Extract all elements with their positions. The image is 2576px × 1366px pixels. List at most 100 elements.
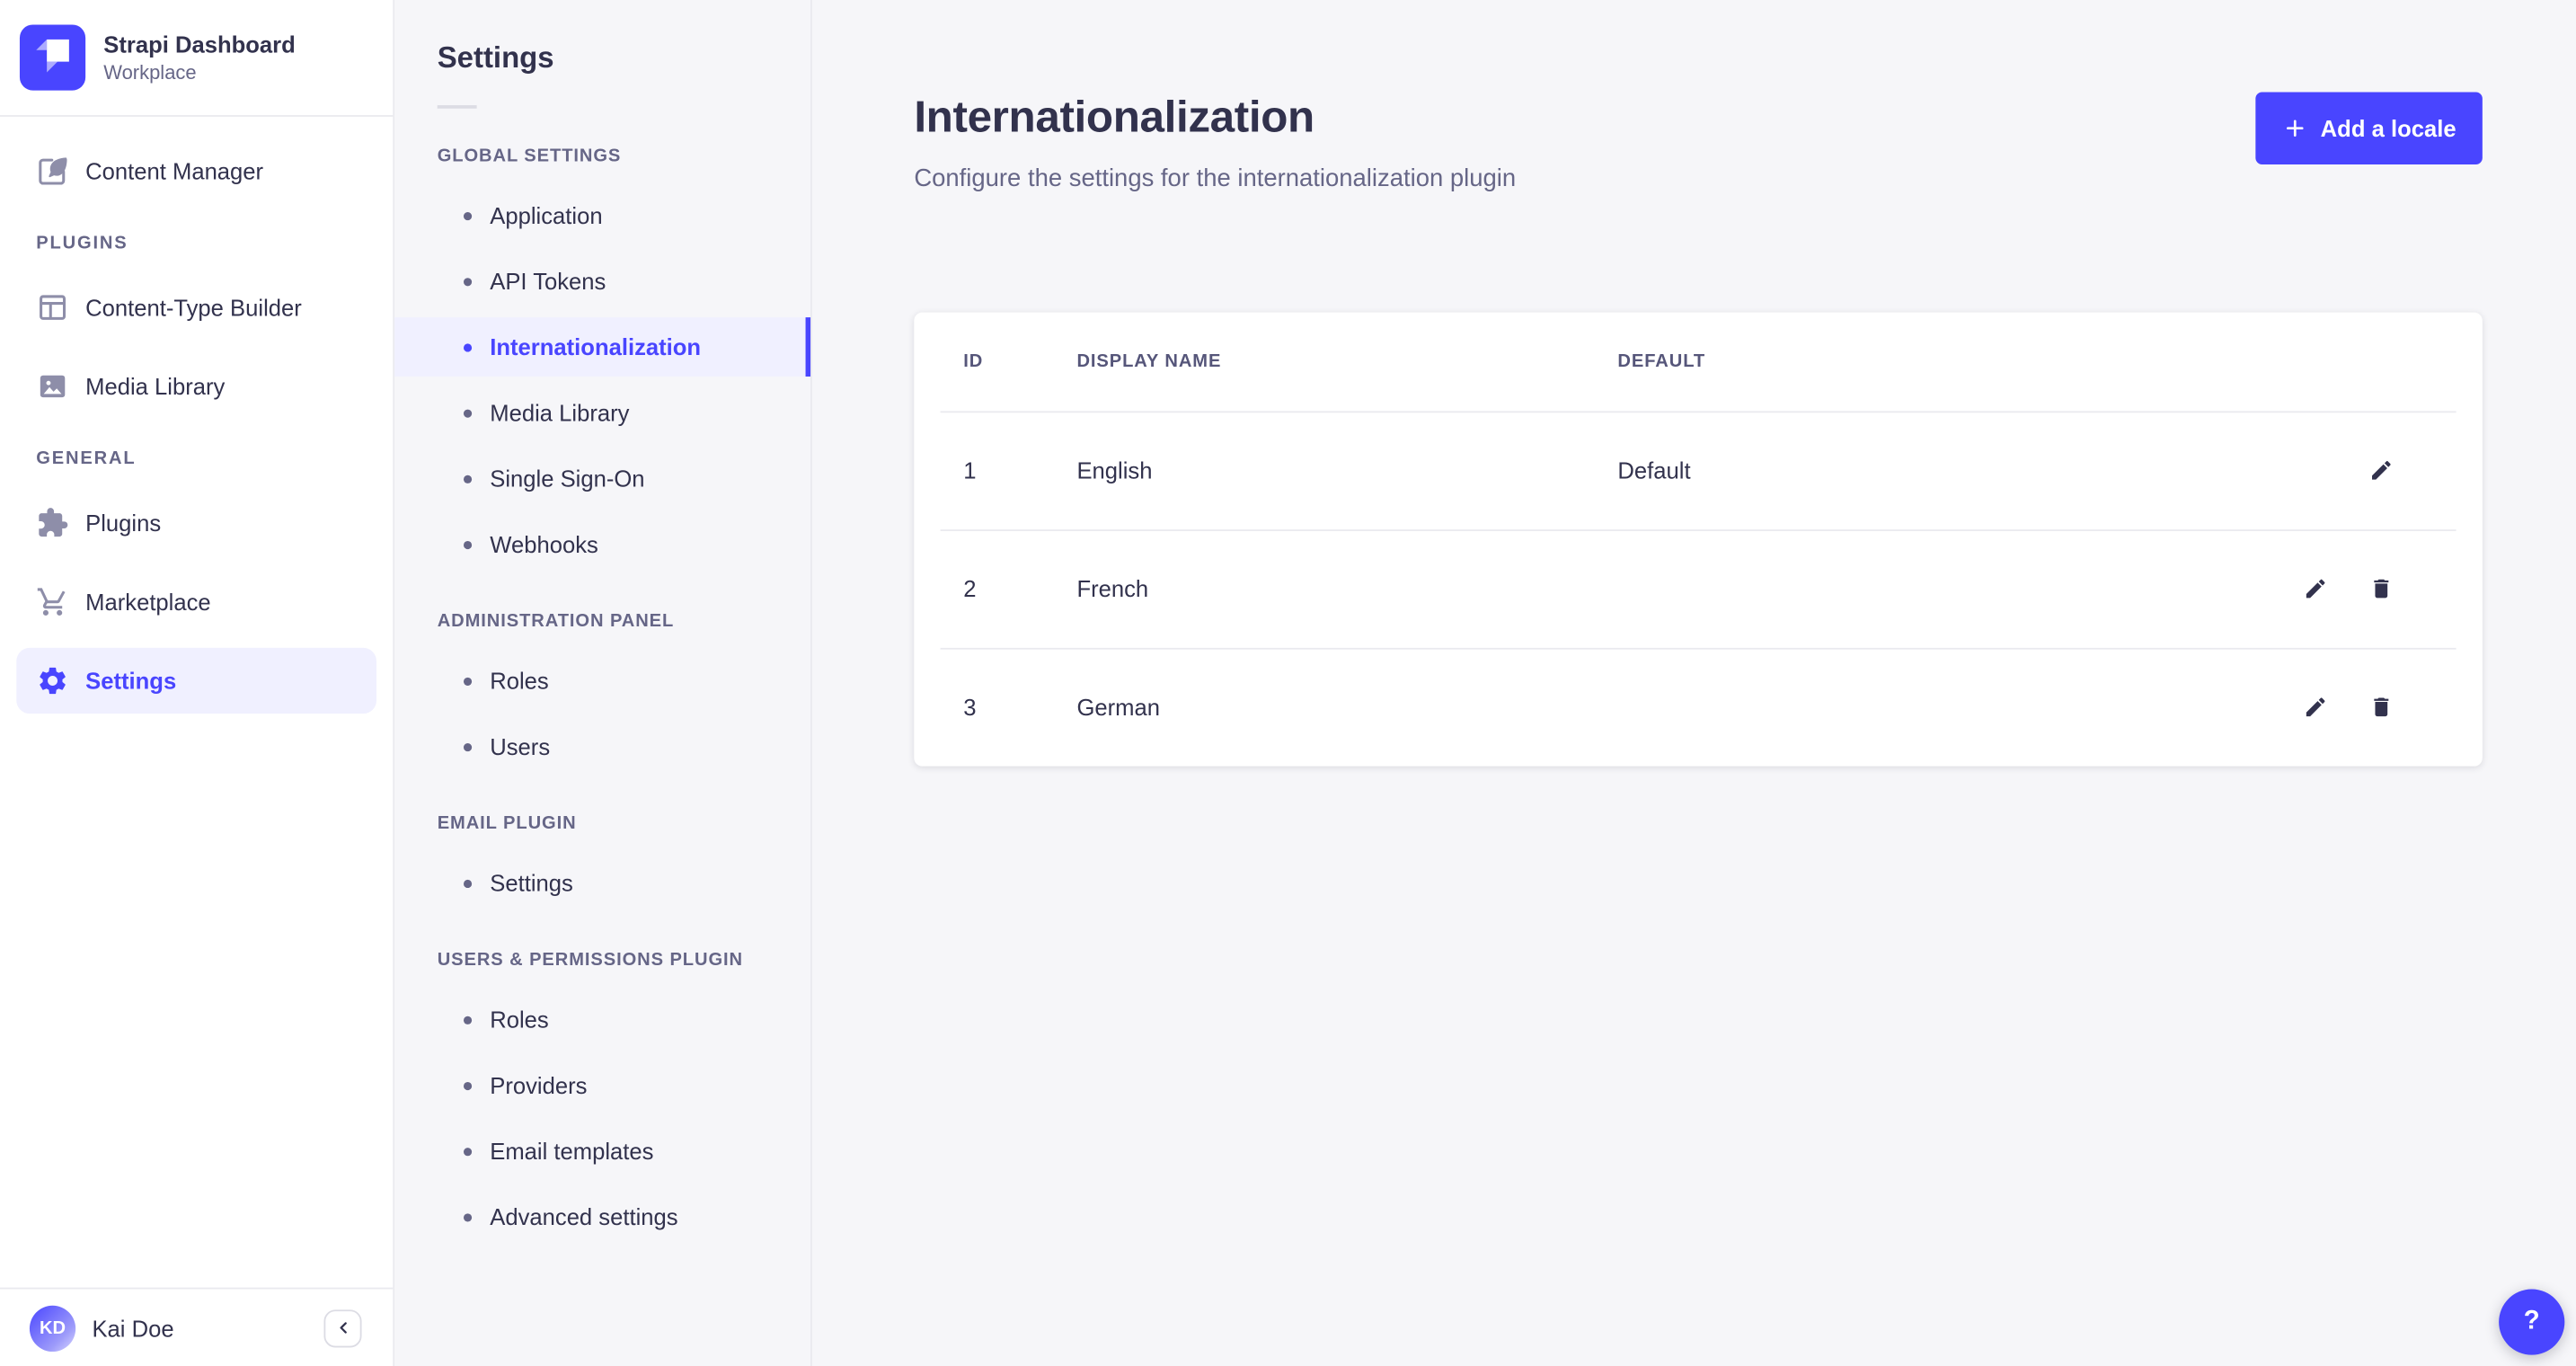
subnav-item-up-roles[interactable]: Roles xyxy=(394,989,810,1049)
strapi-admin-app: Strapi Dashboard Workplace Content Manag… xyxy=(0,0,2576,1366)
subnav-item-up-advanced-settings[interactable]: Advanced settings xyxy=(394,1187,810,1246)
edit-locale-button[interactable] xyxy=(2295,687,2334,727)
sidebar-nav: Content Manager PLUGINS Content-Type Bui… xyxy=(0,117,393,1288)
workspace-subtitle: Workplace xyxy=(103,60,197,84)
delete-trash-icon xyxy=(2368,576,2393,600)
workspace-switcher[interactable]: Strapi Dashboard Workplace xyxy=(0,0,394,117)
page-title: Internationalization xyxy=(914,92,1315,142)
chevron-left-icon xyxy=(333,1318,353,1338)
locales-table: ID DISPLAY NAME DEFAULT 1 English Defaul… xyxy=(914,312,2483,767)
subnav-item-api-tokens[interactable]: API Tokens xyxy=(394,252,810,311)
subnav-item-admin-roles[interactable]: Roles xyxy=(394,652,810,711)
cell-default: Default xyxy=(1617,457,1691,483)
sidebar-section-general-label: GENERAL xyxy=(36,448,137,469)
app-viewport: Strapi Dashboard Workplace Content Manag… xyxy=(0,0,2576,1366)
subnav-item-label: Advanced settings xyxy=(490,1203,678,1230)
content-type-builder-icon xyxy=(36,291,69,324)
subnav-item-up-email-templates[interactable]: Email templates xyxy=(394,1122,810,1181)
sidebar-item-content-manager[interactable]: Content Manager xyxy=(16,138,376,204)
subnav-title: Settings xyxy=(437,40,554,75)
subnav-section-label: EMAIL PLUGIN xyxy=(437,813,577,834)
cell-display-name: German xyxy=(1076,694,1160,721)
table-header-row: ID DISPLAY NAME DEFAULT xyxy=(914,313,2483,412)
table-row-french[interactable]: 2 French xyxy=(914,529,2483,648)
subnav-item-label: Email templates xyxy=(490,1138,654,1165)
subnav-section-email-plugin: EMAIL PLUGIN Settings xyxy=(394,814,810,913)
sidebar-item-marketplace[interactable]: Marketplace xyxy=(16,569,376,634)
subnav-section-label: USERS & PERMISSIONS PLUGIN xyxy=(437,950,743,971)
subnav-section-label: GLOBAL SETTINGS xyxy=(437,146,622,166)
subnav-item-webhooks[interactable]: Webhooks xyxy=(394,515,810,574)
main-sidebar: Strapi Dashboard Workplace Content Manag… xyxy=(0,0,395,1366)
column-header-display-name: DISPLAY NAME xyxy=(1076,351,1222,372)
avatar[interactable]: KD xyxy=(29,1304,76,1352)
page-subtitle: Configure the settings for the internati… xyxy=(914,164,1517,193)
delete-locale-button[interactable] xyxy=(2360,687,2400,727)
help-button[interactable]: ? xyxy=(2499,1289,2565,1355)
edit-pencil-icon xyxy=(2302,576,2326,600)
edit-pencil-icon xyxy=(2302,695,2326,719)
brand-text: Strapi Dashboard Workplace xyxy=(103,29,296,85)
subnav-item-email-settings[interactable]: Settings xyxy=(394,854,810,913)
sidebar-item-label: Plugins xyxy=(85,510,162,537)
sidebar-section-plugins-label: PLUGINS xyxy=(36,233,128,253)
subnav-section-users-permissions-plugin: USERS & PERMISSIONS PLUGIN Roles Provide… xyxy=(394,951,810,1246)
subnav-item-label: Roles xyxy=(490,667,549,695)
delete-trash-icon xyxy=(2368,695,2393,719)
sidebar-item-plugins[interactable]: Plugins xyxy=(16,490,376,555)
column-header-default: DEFAULT xyxy=(1617,351,1706,372)
strapi-logo-icon xyxy=(19,24,86,91)
subnav-item-label: Media Library xyxy=(490,399,630,426)
page-header: Internationalization Configure the setti… xyxy=(814,0,2576,192)
table-row-english[interactable]: 1 English Default xyxy=(914,411,2483,529)
subnav-item-admin-users[interactable]: Users xyxy=(394,717,810,776)
sidebar-item-label: Media Library xyxy=(85,373,226,400)
sidebar-item-label: Content-Type Builder xyxy=(85,294,302,321)
sidebar-footer: KD Kai Doe xyxy=(0,1287,394,1366)
plus-icon xyxy=(2281,115,2307,141)
subnav-item-label: Providers xyxy=(490,1071,588,1099)
page-header-text: Internationalization Configure the setti… xyxy=(914,92,1516,192)
main-content: Internationalization Configure the setti… xyxy=(814,0,2576,1366)
user-name: Kai Doe xyxy=(92,1314,174,1342)
table-row-german[interactable]: 3 German xyxy=(914,647,2483,767)
subnav-item-label: Settings xyxy=(490,869,573,897)
edit-locale-button[interactable] xyxy=(2295,569,2334,608)
sidebar-item-label: Marketplace xyxy=(85,589,211,616)
subnav-item-label: Internationalization xyxy=(490,333,702,360)
settings-gear-icon xyxy=(36,664,69,697)
subnav-item-label: Webhooks xyxy=(490,530,598,558)
cell-id: 3 xyxy=(963,694,977,721)
media-library-icon xyxy=(36,370,69,404)
delete-locale-button[interactable] xyxy=(2360,569,2400,608)
subnav-section-global-settings: GLOBAL SETTINGS Application API Tokens I… xyxy=(394,146,811,574)
content-manager-icon xyxy=(36,155,69,188)
cell-id: 1 xyxy=(963,457,977,483)
sidebar-item-label: Settings xyxy=(85,667,177,695)
sidebar-item-settings[interactable]: Settings xyxy=(16,647,377,714)
cell-id: 2 xyxy=(963,575,977,602)
subnav-item-label: Users xyxy=(490,733,551,760)
cell-display-name: English xyxy=(1076,457,1153,483)
subnav-divider xyxy=(437,105,477,109)
add-locale-button[interactable]: Add a locale xyxy=(2254,92,2483,164)
subnav-item-internationalization[interactable]: Internationalization xyxy=(394,317,811,377)
column-header-id: ID xyxy=(963,351,984,372)
plugins-icon xyxy=(36,507,69,540)
subnav-item-application[interactable]: Application xyxy=(394,186,810,245)
edit-pencil-icon xyxy=(2368,458,2393,483)
subnav-item-label: API Tokens xyxy=(490,268,606,295)
settings-subnav: Settings GLOBAL SETTINGS Application API… xyxy=(394,0,812,1366)
add-locale-button-label: Add a locale xyxy=(2320,115,2456,142)
subnav-item-media-library[interactable]: Media Library xyxy=(394,383,810,442)
sidebar-item-label: Content Manager xyxy=(85,157,264,184)
marketplace-cart-icon xyxy=(36,585,69,618)
subnav-item-up-providers[interactable]: Providers xyxy=(394,1056,810,1115)
subnav-item-single-sign-on[interactable]: Single Sign-On xyxy=(394,449,810,509)
subnav-section-label: ADMINISTRATION PANEL xyxy=(437,611,675,632)
edit-locale-button[interactable] xyxy=(2360,450,2400,490)
sidebar-item-content-type-builder[interactable]: Content-Type Builder xyxy=(16,275,376,341)
cell-display-name: French xyxy=(1076,575,1149,602)
collapse-sidebar-button[interactable] xyxy=(323,1308,362,1347)
sidebar-item-media-library[interactable]: Media Library xyxy=(16,353,376,419)
